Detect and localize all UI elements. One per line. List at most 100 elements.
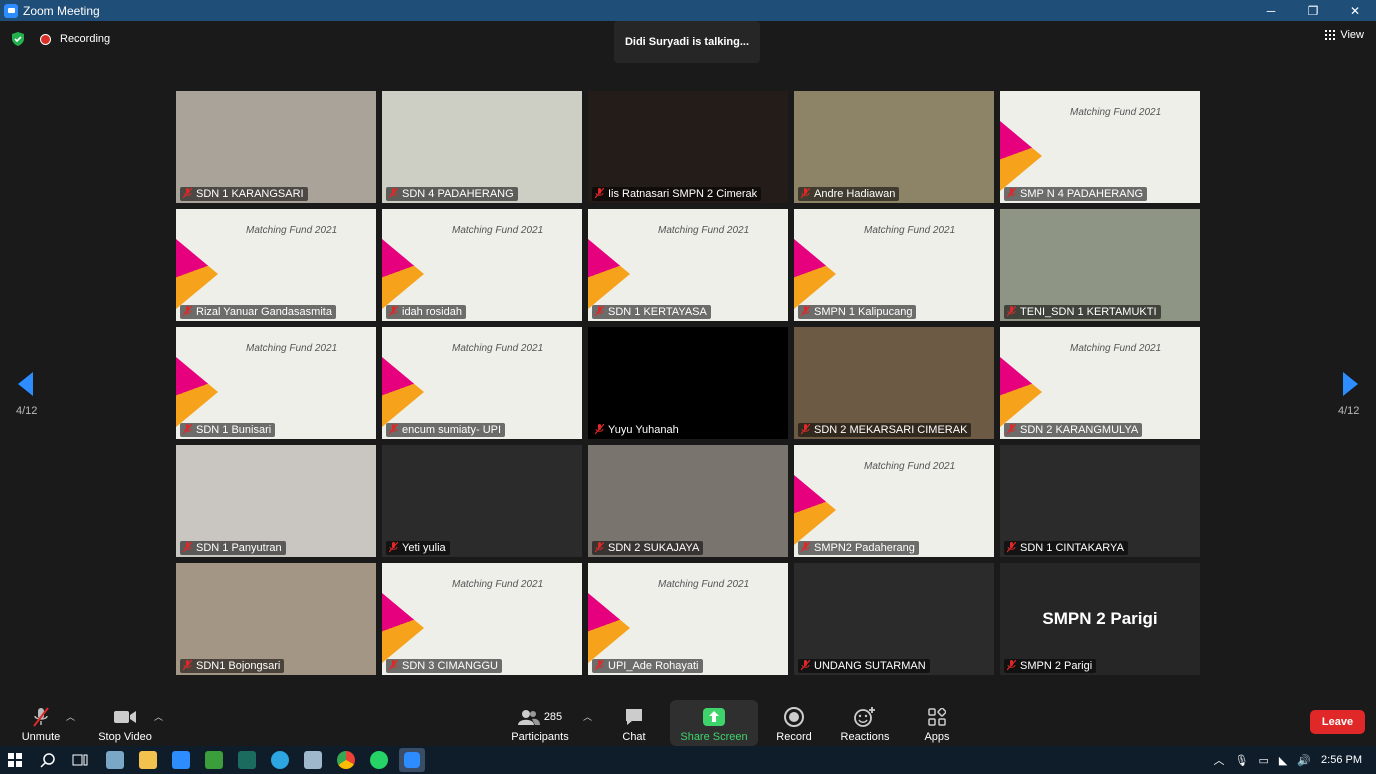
- chat-button[interactable]: Chat: [617, 700, 651, 746]
- muted-microphone-icon: [183, 424, 192, 435]
- slide-graphic: [176, 239, 218, 309]
- restore-button[interactable]: ❐: [1292, 0, 1334, 21]
- muted-microphone-icon: [1007, 660, 1016, 671]
- muted-microphone-icon: [183, 306, 192, 317]
- participant-name: UNDANG SUTARMAN: [798, 659, 930, 673]
- slide-graphic: [1000, 121, 1042, 191]
- participant-tile[interactable]: TENI_SDN 1 KERTAMUKTI: [1000, 209, 1200, 321]
- document-app-icon[interactable]: [304, 751, 322, 769]
- photos-app-icon[interactable]: [106, 751, 124, 769]
- participant-tile[interactable]: SMPN 2 Parigi SMPN 2 Parigi: [1000, 563, 1200, 675]
- muted-microphone-icon: [595, 424, 604, 435]
- participant-tile[interactable]: Matching Fund 2021 SMPN 1 Kalipucang: [794, 209, 994, 321]
- participant-name: encum sumiaty- UPI: [386, 423, 506, 437]
- participant-tile[interactable]: Iis Ratnasari SMPN 2 Cimerak: [588, 91, 788, 203]
- stop-video-button[interactable]: Stop Video: [97, 700, 153, 746]
- participant-tile[interactable]: Matching Fund 2021 SMP N 4 PADAHERANG: [1000, 91, 1200, 203]
- video-camera-icon: [114, 711, 136, 723]
- participant-name: SDN 1 Panyutran: [180, 541, 286, 555]
- previous-page-arrow-icon[interactable]: [18, 372, 33, 396]
- tray-chevron-icon[interactable]: ︿: [1213, 752, 1224, 768]
- participant-name: SDN 1 CINTAKARYA: [1004, 541, 1128, 555]
- close-button[interactable]: ✕: [1334, 0, 1376, 21]
- participant-name: SDN 1 KARANGSARI: [180, 187, 308, 201]
- muted-microphone-icon: [801, 188, 810, 199]
- participant-tile[interactable]: Matching Fund 2021 Rizal Yanuar Gandasasm…: [176, 209, 376, 321]
- leave-button[interactable]: Leave: [1310, 710, 1365, 734]
- media-app-icon[interactable]: [238, 751, 256, 769]
- slide-graphic: [176, 357, 218, 427]
- participant-tile[interactable]: SDN 1 CINTAKARYA: [1000, 445, 1200, 557]
- window-title: Zoom Meeting: [23, 3, 100, 18]
- spreadsheet-app-icon[interactable]: [205, 751, 223, 769]
- network-icon[interactable]: ◣: [1279, 754, 1287, 767]
- participant-name: SMP N 4 PADAHERANG: [1004, 187, 1148, 201]
- slide-title: Matching Fund 2021: [452, 579, 544, 590]
- apps-grid-icon: [928, 708, 946, 726]
- participant-tile[interactable]: SDN 4 PADAHERANG: [382, 91, 582, 203]
- participant-tile[interactable]: Andre Hadiawan: [794, 91, 994, 203]
- participant-tile[interactable]: Matching Fund 2021 SDN 3 CIMANGGU: [382, 563, 582, 675]
- grid-view-icon: [1325, 30, 1336, 40]
- slide-title: Matching Fund 2021: [452, 343, 544, 354]
- reactions-button[interactable]: Reactions: [840, 700, 890, 746]
- slide-graphic: [794, 239, 836, 309]
- slide-title: Matching Fund 2021: [1070, 107, 1162, 118]
- participant-tile[interactable]: Matching Fund 2021 encum sumiaty- UPI: [382, 327, 582, 439]
- participant-name: SMPN 1 Kalipucang: [798, 305, 917, 319]
- participant-tile[interactable]: SDN 2 SUKAJAYA: [588, 445, 788, 557]
- participant-tile[interactable]: Matching Fund 2021 SMPN2 Padaherang: [794, 445, 994, 557]
- whatsapp-icon[interactable]: [370, 751, 388, 769]
- telegram-icon[interactable]: [271, 751, 289, 769]
- microphone-tray-icon[interactable]: 🎙: [1234, 754, 1248, 767]
- participant-tile[interactable]: UNDANG SUTARMAN: [794, 563, 994, 675]
- participants-chevron-icon[interactable]: ︿: [583, 710, 592, 723]
- search-icon[interactable]: [40, 753, 55, 768]
- minimize-button[interactable]: ─: [1250, 0, 1292, 21]
- share-screen-button[interactable]: Share Screen: [670, 700, 758, 746]
- windows-start-icon[interactable]: [8, 753, 22, 767]
- muted-microphone-icon: [1007, 542, 1016, 553]
- muted-microphone-icon: [595, 542, 604, 553]
- participant-tile[interactable]: Yeti yulia: [382, 445, 582, 557]
- participant-name: SDN 2 SUKAJAYA: [592, 541, 704, 555]
- volume-icon[interactable]: 🔊: [1297, 754, 1311, 767]
- smiley-plus-icon: [854, 707, 875, 727]
- chrome-icon[interactable]: [337, 751, 355, 769]
- muted-microphone-icon: [801, 660, 810, 671]
- participants-icon: [517, 710, 540, 725]
- apps-button[interactable]: Apps: [922, 700, 952, 746]
- file-explorer-icon[interactable]: [139, 751, 157, 769]
- slide-graphic: [382, 239, 424, 309]
- zoom-taskbar-icon[interactable]: [172, 751, 190, 769]
- video-options-chevron-icon[interactable]: ︿: [154, 710, 163, 723]
- battery-icon[interactable]: ▭: [1258, 754, 1268, 767]
- apps-label: Apps: [924, 731, 950, 743]
- participant-tile[interactable]: SDN1 Bojongsari: [176, 563, 376, 675]
- participant-tile[interactable]: Yuyu Yuhanah: [588, 327, 788, 439]
- participant-tile[interactable]: Matching Fund 2021 SDN 1 Bunisari: [176, 327, 376, 439]
- participant-tile[interactable]: SDN 1 KARANGSARI: [176, 91, 376, 203]
- clock-time[interactable]: 2:56 PM: [1321, 754, 1362, 766]
- slide-title: Matching Fund 2021: [452, 225, 544, 236]
- record-button[interactable]: Record: [776, 700, 812, 746]
- slide-graphic: [382, 593, 424, 663]
- participant-tile[interactable]: Matching Fund 2021 SDN 2 KARANGMULYA: [1000, 327, 1200, 439]
- recording-icon: [40, 34, 51, 45]
- next-page-arrow-icon[interactable]: [1343, 372, 1358, 396]
- participant-tile[interactable]: SDN 2 MEKARSARI CIMERAK: [794, 327, 994, 439]
- participant-tile[interactable]: Matching Fund 2021 idah rosidah: [382, 209, 582, 321]
- task-view-icon[interactable]: [72, 753, 88, 767]
- unmute-button[interactable]: Unmute: [18, 700, 64, 746]
- security-shield-icon[interactable]: [11, 32, 25, 46]
- participants-button[interactable]: 285 Participants: [508, 700, 572, 746]
- participant-tile[interactable]: Matching Fund 2021 UPI_Ade Rohayati: [588, 563, 788, 675]
- share-screen-arrow-icon: [703, 708, 725, 726]
- audio-options-chevron-icon[interactable]: ︿: [66, 710, 75, 723]
- slide-title: Matching Fund 2021: [864, 225, 956, 236]
- view-button[interactable]: View: [1325, 29, 1364, 41]
- zoom-active-taskbar-icon[interactable]: [399, 748, 425, 772]
- participant-tile[interactable]: Matching Fund 2021 SDN 1 KERTAYASA: [588, 209, 788, 321]
- muted-microphone-icon: [595, 660, 604, 671]
- participant-tile[interactable]: SDN 1 Panyutran: [176, 445, 376, 557]
